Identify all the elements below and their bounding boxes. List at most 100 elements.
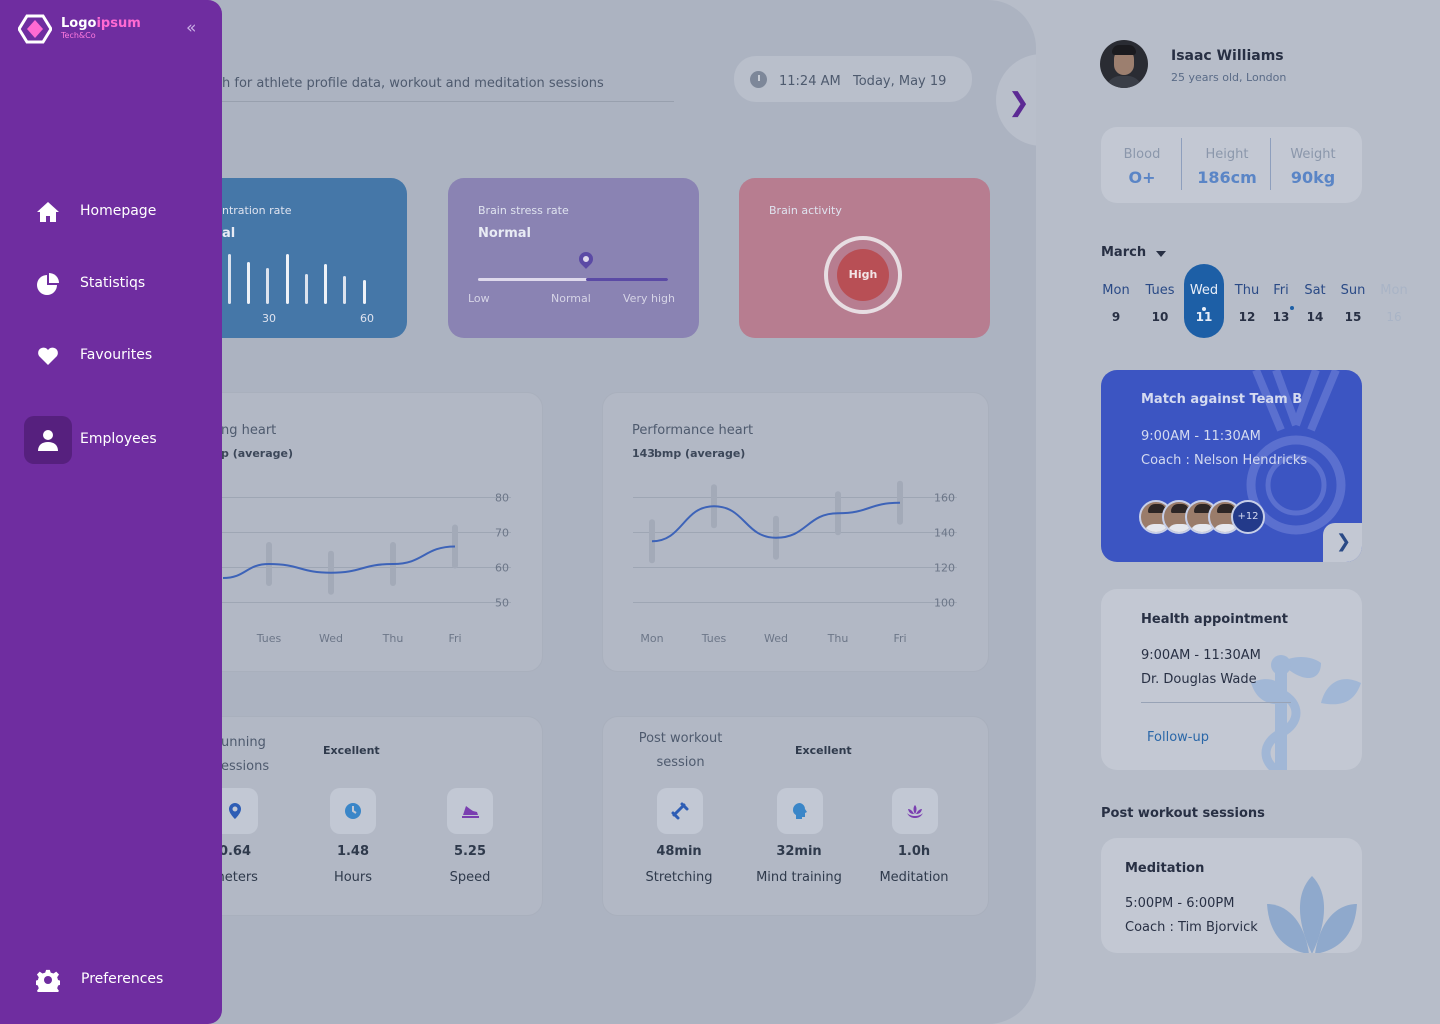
bar [343,276,346,304]
card-title-line2: essions [221,759,270,774]
profile-name: Isaac Williams [1171,48,1284,64]
weight-stat: Weight 90kg [1271,127,1355,203]
search-underline [222,101,674,102]
clock-icon-box[interactable] [330,788,376,834]
calendar-day[interactable]: Sun 15 [1333,264,1373,338]
nav-favourites[interactable]: Favourites [24,332,204,380]
slider-label-high: Very high [623,292,675,305]
brain-activity-card[interactable]: Brain activity High [739,178,990,338]
card-title-line2: session [656,755,705,770]
height-stat: Height 186cm [1183,127,1271,203]
blood-stat: Blood O+ [1101,127,1183,203]
nav-icon-wrap [24,416,72,464]
nav-statistics[interactable]: Statistiqs [24,260,204,308]
metric-label: Speed [449,870,491,885]
card-title: Brain activity [769,204,842,217]
match-coach: Coach : Nelson Hendricks [1141,453,1308,468]
bar [286,254,289,304]
metric-label: Meditation [879,870,949,885]
more-participants-badge[interactable]: +12 [1231,500,1265,534]
match-card[interactable]: Match against Team B 9:00AM - 11:30AM Co… [1101,370,1362,562]
divider [1141,702,1291,703]
mind-icon-box[interactable] [777,788,823,834]
avatar[interactable] [1100,40,1148,88]
day-name: Tues [1145,283,1175,298]
health-appointment-card[interactable]: Health appointment 9:00AM - 11:30AM Dr. … [1101,589,1362,770]
stat-label: Blood [1123,147,1161,162]
appointment-time: 9:00AM - 11:30AM [1141,648,1261,663]
x-tick-label: Thu [827,632,849,645]
y-tick-label: 60 [495,562,509,575]
logo-text: Logoipsum [61,16,141,31]
lotus-icon-box[interactable] [892,788,938,834]
calendar-day[interactable]: Mon 16 [1374,264,1414,338]
concentration-rate-card[interactable]: ntration rate al 30 60 [200,178,407,338]
shoe-icon [462,806,479,818]
month-selector[interactable]: March [1101,245,1146,260]
calendar-day[interactable]: Mon 9 [1096,264,1136,338]
x-tick-label: Wed [764,632,788,645]
day-name: Mon [1102,283,1130,298]
vitals-card: Blood O+ Height 186cm Weight 90kg [1101,127,1362,203]
stress-slider-fill [586,278,668,281]
gear-icon [36,969,60,992]
search-input[interactable]: h for athlete profile data, workout and … [222,76,604,91]
session-title: Meditation [1125,861,1205,876]
nav-employees[interactable]: Employees [24,416,204,464]
current-time: 11:24 AM [779,74,841,89]
nav-homepage[interactable]: Homepage [24,188,204,236]
day-number: 11 [1195,310,1213,324]
follow-up-link[interactable]: Follow-up [1147,730,1209,745]
clock-icon [345,803,361,819]
meditation-session-card[interactable]: Meditation 5:00PM - 6:00PM Coach : Tim B… [1101,838,1362,953]
heart-icon [38,347,58,365]
metric-label: Mind training [756,870,842,885]
y-tick-label: 100 [934,597,955,610]
current-date: Today, May 19 [853,74,947,89]
chevron-down-icon[interactable] [1156,251,1166,257]
y-tick-label: 70 [495,527,509,540]
location-icon [229,803,241,819]
calendar-day[interactable]: Sat 14 [1295,264,1335,338]
metric-value: 48min [656,844,702,859]
day-name: Mon [1380,283,1408,298]
avatar-hair [1112,45,1136,55]
appointment-title: Health appointment [1141,612,1288,627]
lotus-icon [1267,876,1357,953]
brain-stress-card[interactable]: Brain stress rate Normal Low Normal Very… [448,178,699,338]
card-title: ntration rate [222,204,292,217]
match-next-button[interactable]: ❯ [1323,523,1362,562]
pie-chart-icon [37,273,59,295]
line-chart: 80 70 60 50 Tues Wed Thu Fri [201,492,511,645]
nav-label: Favourites [80,347,153,363]
nav-label: Statistiqs [80,275,146,291]
calendar-day[interactable]: Tues 10 [1140,264,1180,338]
shoe-icon-box[interactable] [447,788,493,834]
stat-value: O+ [1128,168,1156,187]
axis-tick: 60 [360,312,374,325]
calendar-day-selected[interactable]: Wed 11 [1184,264,1224,338]
section-title: Post workout sessions [1101,806,1265,821]
logo-subtitle: Tech&Co [61,31,96,40]
collapse-sidebar-icon[interactable]: « [186,18,196,38]
metric-value: 32min [776,844,822,859]
stat-value: 186cm [1197,168,1257,187]
location-pin-icon[interactable] [576,249,596,269]
nav-icon-wrap [24,332,72,380]
metric-value: 1.48 [336,844,370,859]
x-tick-label: Tues [256,632,282,645]
line-chart: 160 140 120 100 Mon Tues Wed Thu Fri [633,480,957,645]
chevron-right-icon: ❯ [1008,88,1030,118]
slider-label-low: Low [468,292,490,305]
day-name: Sun [1340,283,1366,298]
card-title-line1: unning [221,735,266,750]
divider [1181,138,1182,190]
stretch-icon-box[interactable] [657,788,703,834]
post-workout-card: Post workout session Excellent 48min 32m… [602,716,989,916]
match-title: Match against Team B [1141,392,1303,407]
nav-preferences[interactable]: Preferences [24,956,204,1004]
clock-icon [750,71,767,88]
x-tick-label: Thu [382,632,404,645]
bar [324,264,327,304]
chevron-right-icon: ❯ [1336,531,1352,552]
